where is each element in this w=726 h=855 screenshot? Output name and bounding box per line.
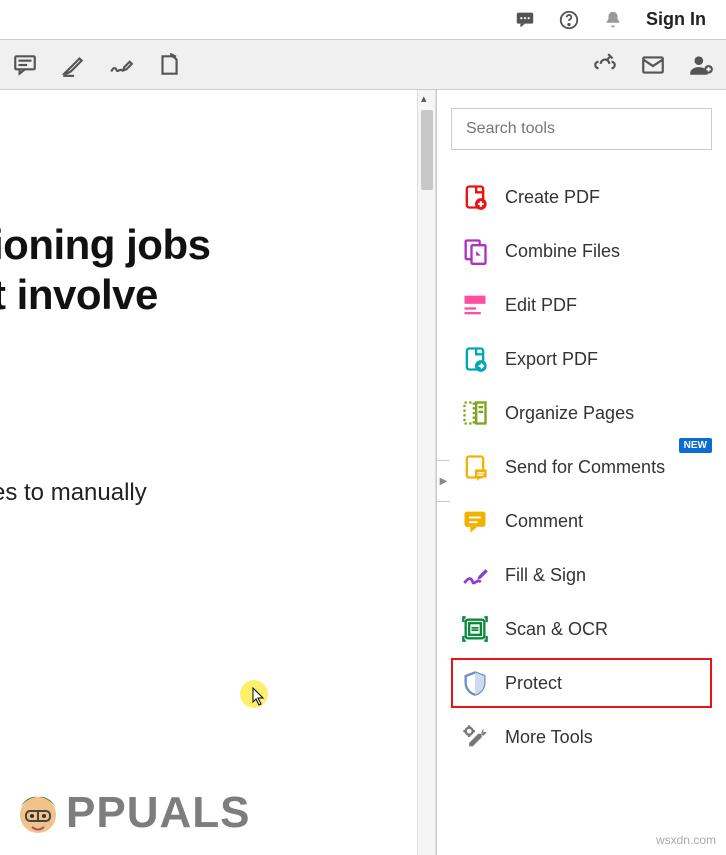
export-pdf-icon [459, 343, 491, 375]
document-body-text: es to manually [0, 479, 417, 507]
tool-label: Edit PDF [505, 295, 577, 316]
tool-item-send-comments[interactable]: Send for CommentsNEW [451, 442, 712, 492]
combine-files-icon [459, 235, 491, 267]
scroll-up-icon[interactable]: ▴ [421, 92, 427, 105]
document-view[interactable]: ioning jobs t involve es to manually PPU… [0, 90, 418, 855]
tool-list: Create PDF Combine Files Edit PDF Export PD… [451, 172, 712, 762]
tool-label: Export PDF [505, 349, 598, 370]
app-toolbar [0, 40, 726, 90]
scan-ocr-icon [459, 613, 491, 645]
help-icon[interactable] [558, 9, 580, 31]
logo-face-icon [10, 785, 66, 841]
document-heading: ioning jobs t involve [0, 220, 417, 319]
tool-item-comment[interactable]: Comment [451, 496, 712, 546]
page-rotate-icon[interactable] [156, 52, 182, 78]
chat-icon[interactable] [514, 9, 536, 31]
edit-pdf-icon [459, 289, 491, 321]
scroll-thumb[interactable] [421, 110, 433, 190]
send-comments-icon [459, 451, 491, 483]
link-cloud-icon[interactable] [592, 52, 618, 78]
logo-text: PPUALS [66, 788, 250, 838]
highlighter-icon[interactable] [60, 52, 86, 78]
appuals-logo: PPUALS [10, 785, 250, 841]
document-heading-line1: ioning jobs [0, 220, 417, 270]
tool-label: Create PDF [505, 187, 600, 208]
comment-tool-icon[interactable] [12, 52, 38, 78]
tool-item-combine-files[interactable]: Combine Files [451, 226, 712, 276]
fill-sign-icon [459, 559, 491, 591]
tool-label: Scan & OCR [505, 619, 608, 640]
tool-label: Fill & Sign [505, 565, 586, 586]
main-area: ioning jobs t involve es to manually PPU… [0, 90, 726, 855]
tool-label: Comment [505, 511, 583, 532]
comment-icon [459, 505, 491, 537]
cursor-arrow-icon [252, 687, 266, 707]
email-icon[interactable] [640, 52, 666, 78]
protect-icon [459, 667, 491, 699]
app-topbar: Sign In [0, 0, 726, 40]
tool-label: Protect [505, 673, 562, 694]
tool-item-more-tools[interactable]: More Tools [451, 712, 712, 762]
tool-item-protect[interactable]: Protect [451, 658, 712, 708]
tool-label: Combine Files [505, 241, 620, 262]
tools-panel: ▶ Create PDF Combine Files Edit PDF Export … [436, 90, 726, 855]
tools-search-input[interactable] [451, 108, 712, 150]
sign-in-button[interactable]: Sign In [646, 9, 706, 30]
tool-item-organize[interactable]: Organize Pages [451, 388, 712, 438]
document-scrollbar[interactable]: ▴ [418, 90, 436, 855]
tool-item-edit-pdf[interactable]: Edit PDF [451, 280, 712, 330]
more-tools-icon [459, 721, 491, 753]
tool-item-create-pdf[interactable]: Create PDF [451, 172, 712, 222]
organize-icon [459, 397, 491, 429]
add-person-icon[interactable] [688, 52, 714, 78]
create-pdf-icon [459, 181, 491, 213]
tool-item-export-pdf[interactable]: Export PDF [451, 334, 712, 384]
tool-label: More Tools [505, 727, 593, 748]
tool-item-scan-ocr[interactable]: Scan & OCR [451, 604, 712, 654]
tool-label: Organize Pages [505, 403, 634, 424]
bell-icon[interactable] [602, 9, 624, 31]
tool-label: Send for Comments [505, 457, 665, 478]
tool-item-fill-sign[interactable]: Fill & Sign [451, 550, 712, 600]
new-badge: NEW [679, 438, 712, 453]
document-heading-line2: t involve [0, 270, 417, 320]
signature-icon[interactable] [108, 52, 134, 78]
panel-collapse-handle[interactable]: ▶ [436, 460, 450, 502]
watermark-text: wsxdn.com [656, 833, 716, 847]
